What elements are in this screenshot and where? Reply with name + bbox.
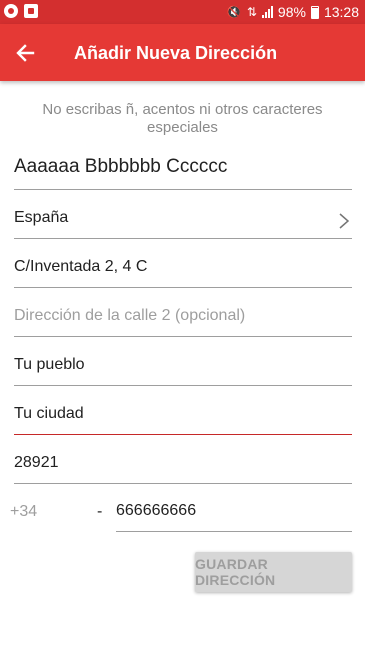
name-field[interactable]: Aaaaaa Bbbbbbb Cccccc xyxy=(14,142,352,190)
phone-separator: - xyxy=(97,503,103,520)
phone-value: 666666666 xyxy=(116,502,197,519)
system-icons: 🔇 ⇅ 98% 13:28 xyxy=(227,0,359,24)
street1-field[interactable]: C/Inventada 2, 4 C xyxy=(14,240,352,288)
country-value: España xyxy=(14,209,69,226)
photo-notification-icon xyxy=(24,4,38,18)
notification-icons xyxy=(4,4,38,18)
signal-icon xyxy=(261,6,273,18)
name-value: Aaaaaa Bbbbbbb Cccccc xyxy=(14,156,228,177)
city-field[interactable]: Tu ciudad xyxy=(14,387,352,435)
mute-icon: 🔇 xyxy=(226,5,242,19)
town-value: Tu pueblo xyxy=(14,356,85,373)
postcode-value: 28921 xyxy=(14,454,59,471)
arrow-back-icon[interactable] xyxy=(8,36,42,70)
save-address-button[interactable]: GUARDAR DIRECCIÓN xyxy=(195,552,352,592)
street2-field[interactable]: Dirección de la calle 2 (opcional) xyxy=(14,289,352,337)
postcode-field[interactable]: 28921 xyxy=(14,436,352,484)
phone-field[interactable]: 666666666 xyxy=(116,484,352,532)
app-bar: Añadir Nueva Dirección xyxy=(0,24,365,81)
app-notification-icon xyxy=(4,4,18,18)
chevron-right-icon xyxy=(339,213,350,229)
battery-percent: 98% xyxy=(277,4,306,20)
phone-prefix[interactable]: +34 xyxy=(10,503,37,521)
country-select[interactable]: España xyxy=(14,191,352,239)
town-field[interactable]: Tu pueblo xyxy=(14,338,352,386)
city-value: Tu ciudad xyxy=(14,405,84,422)
data-transfer-icon: ⇅ xyxy=(246,5,257,19)
status-bar: 🔇 ⇅ 98% 13:28 xyxy=(0,0,365,24)
battery-icon xyxy=(310,5,319,19)
form-hint: No escribas ñ, acentos ni otros caracter… xyxy=(42,101,323,136)
page-title: Añadir Nueva Dirección xyxy=(74,43,278,63)
street2-placeholder: Dirección de la calle 2 (opcional) xyxy=(14,307,246,324)
street1-value: C/Inventada 2, 4 C xyxy=(14,258,148,275)
clock: 13:28 xyxy=(323,4,359,20)
